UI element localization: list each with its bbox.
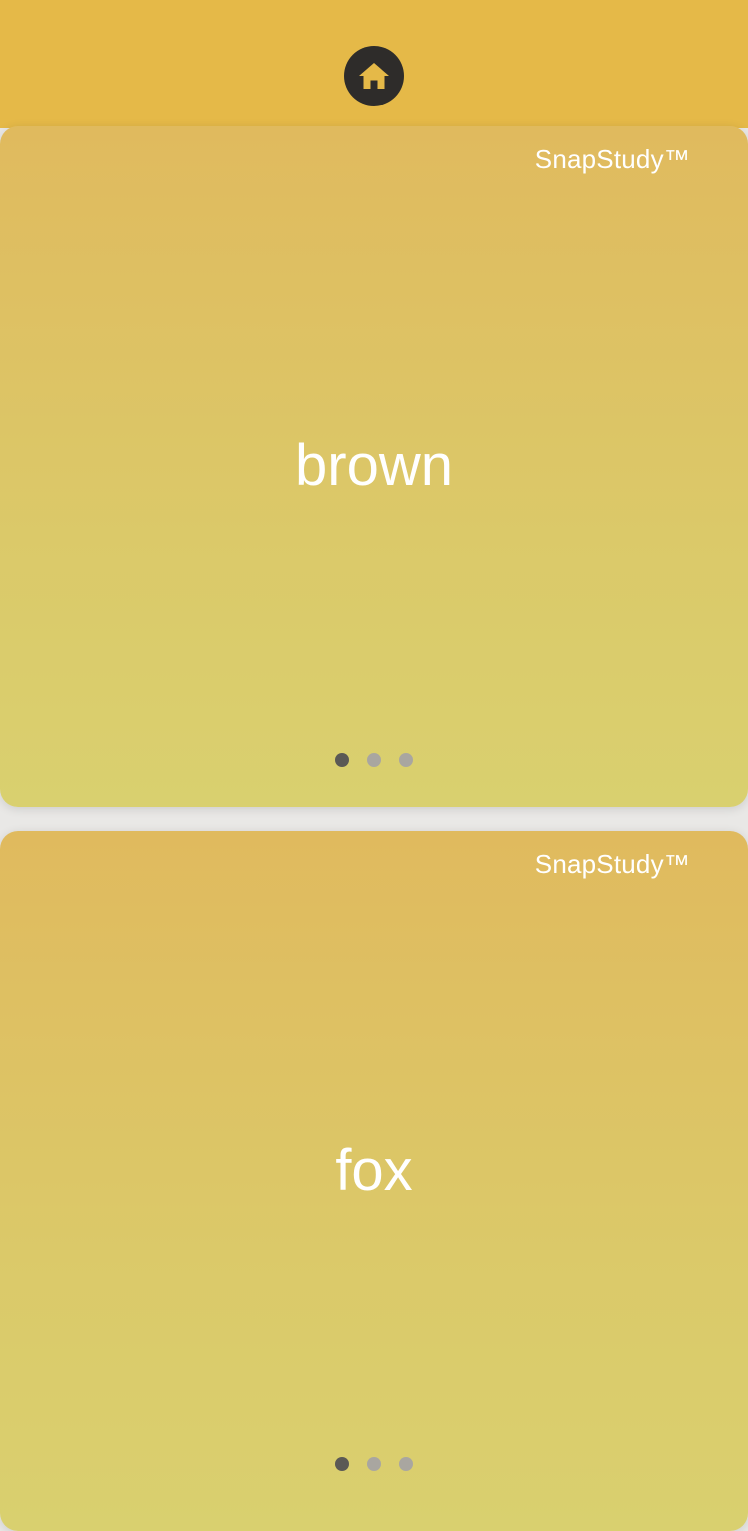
home-button[interactable] bbox=[344, 46, 404, 106]
page-indicator bbox=[0, 753, 748, 767]
page-dot-2[interactable] bbox=[367, 753, 381, 767]
page-indicator bbox=[0, 1457, 748, 1471]
page-dot-1[interactable] bbox=[335, 753, 349, 767]
top-header bbox=[0, 0, 748, 128]
brand-label: SnapStudy™ bbox=[534, 144, 690, 174]
home-icon bbox=[359, 63, 389, 89]
flashcard[interactable]: SnapStudy™ fox bbox=[0, 831, 748, 1531]
page-dot-2[interactable] bbox=[367, 1457, 381, 1471]
flashcard[interactable]: SnapStudy™ brown bbox=[0, 126, 748, 807]
brand-label: SnapStudy™ bbox=[534, 849, 690, 879]
flashcard-word: fox bbox=[335, 1138, 413, 1203]
page-dot-1[interactable] bbox=[335, 1457, 349, 1471]
page-dot-3[interactable] bbox=[399, 753, 413, 767]
flashcard-word: brown bbox=[295, 433, 453, 498]
page-dot-3[interactable] bbox=[399, 1457, 413, 1471]
